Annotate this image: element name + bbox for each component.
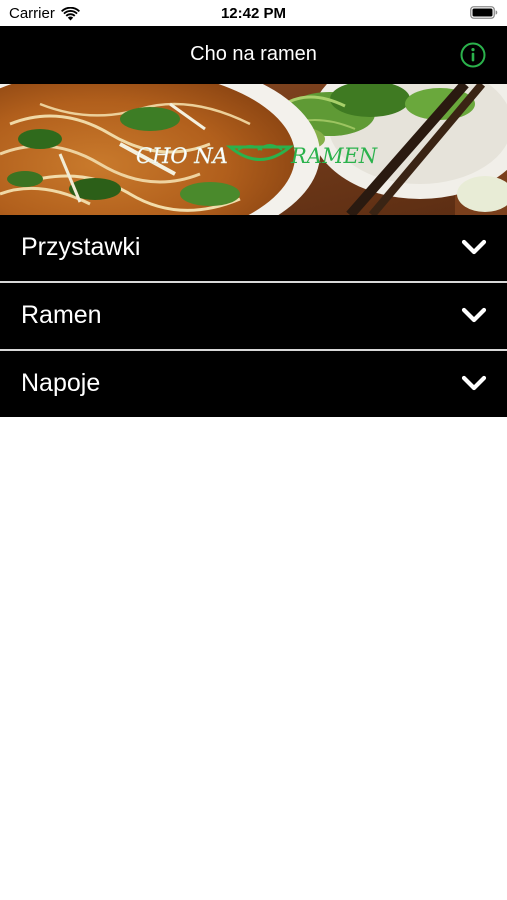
chevron-down-icon[interactable] [461,237,487,257]
svg-text:CHO NA: CHO NA [136,144,228,168]
svg-text:RAMEN: RAMEN [290,144,378,168]
menu-category-napoje[interactable]: Napoje [0,351,507,417]
ramen-photo: CHO NA RAMEN [0,84,507,215]
nav-bar: Cho na ramen [0,26,507,84]
menu-category-label: Przystawki [21,233,141,261]
status-bar: Carrier 12:42 PM [0,0,507,26]
menu-category-ramen[interactable]: Ramen [0,283,507,351]
menu-category-przystawki[interactable]: Przystawki [0,215,507,283]
nav-title: Cho na ramen [190,43,317,65]
menu-category-label: Napoje [21,369,101,397]
battery-icon [470,6,498,23]
menu-category-label: Ramen [21,301,102,329]
info-icon[interactable] [460,42,486,68]
chevron-down-icon[interactable] [461,305,487,325]
menu-category-list: Przystawki Ramen Napoje [0,215,507,417]
status-time: 12:42 PM [220,5,287,22]
header-banner-image: CHO NA RAMEN [0,84,507,215]
app-screen: Carrier 12:42 PM Cho na ramen CHO NA RAM… [0,0,507,900]
chevron-down-icon[interactable] [461,373,487,393]
